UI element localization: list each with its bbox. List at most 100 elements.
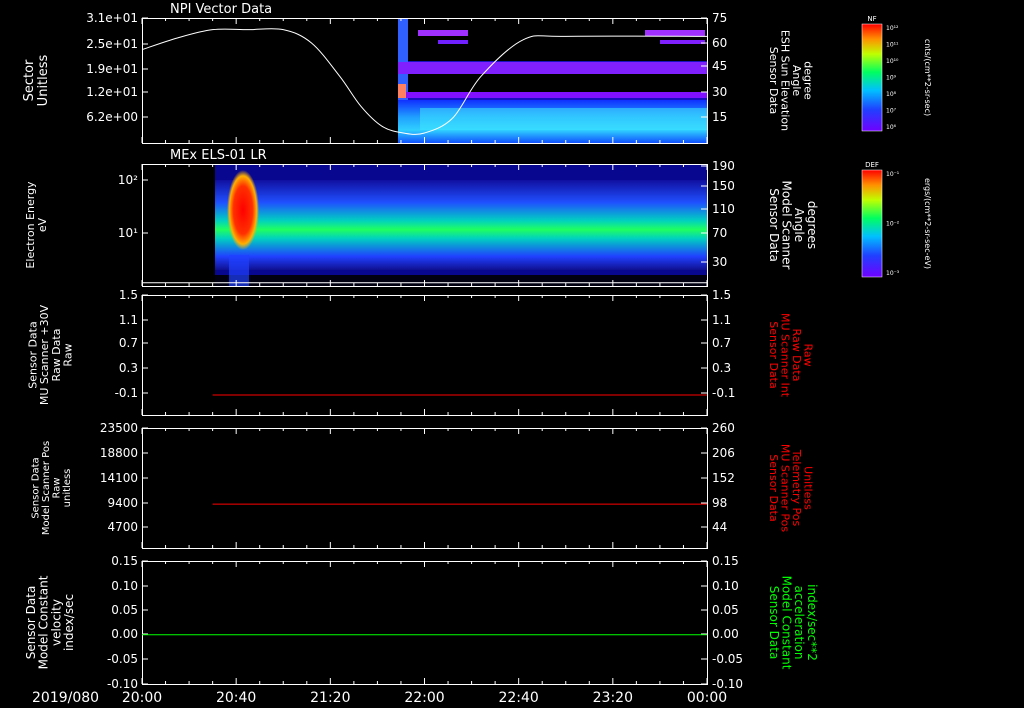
colorbar-tick-label: 10¹⁰ bbox=[886, 58, 899, 65]
mu30v-panel-frame bbox=[142, 295, 708, 416]
y-tick-label-right: 0.00 bbox=[712, 627, 739, 641]
y-tick-label-right: 0.3 bbox=[712, 361, 731, 375]
y-axis-label-right: ESH Sun Elevation bbox=[779, 30, 792, 131]
y-axis-label-right: Sensor Data bbox=[767, 188, 781, 262]
y-tick-label-left: 0.3 bbox=[119, 361, 138, 375]
y-axis-label-right: acceleration bbox=[792, 586, 806, 660]
y-axis-label-left: index/sec bbox=[62, 594, 76, 651]
x-tick-label: 20:00 bbox=[122, 690, 162, 706]
y-tick-label-left: 23500 bbox=[100, 421, 138, 435]
y-tick-label-right: 44 bbox=[712, 520, 727, 534]
y-tick-label-right: 0.10 bbox=[712, 579, 739, 593]
y-tick-label-right: 110 bbox=[712, 202, 735, 216]
colorbar bbox=[861, 23, 883, 132]
y-axis-label-right: degrees bbox=[805, 201, 819, 249]
y-tick-label-left: -0.10 bbox=[107, 677, 138, 691]
y-tick-label-right: 1.1 bbox=[712, 313, 731, 327]
y-tick-label-left: 1.2e+01 bbox=[86, 85, 138, 99]
y-tick-label-right: 260 bbox=[712, 421, 735, 435]
x-tick-label: 22:00 bbox=[404, 690, 444, 706]
y-tick-label-left: -0.05 bbox=[107, 652, 138, 666]
y-tick-label-left: 0.7 bbox=[119, 336, 138, 350]
colorbar-tick-label: 10⁻³ bbox=[886, 270, 900, 277]
colorbar-tick-label: 10¹² bbox=[886, 25, 899, 32]
y-tick-label-right: -0.05 bbox=[712, 652, 743, 666]
y-axis-label-left: Raw bbox=[51, 477, 62, 498]
y-axis-label-left: eV bbox=[36, 217, 49, 232]
y-axis-label-right: Sensor Data bbox=[767, 47, 780, 114]
y-axis-label-right: Angle bbox=[792, 208, 806, 242]
y-tick-label-right: 1.5 bbox=[712, 288, 731, 302]
y-axis-label-left: unitless bbox=[62, 469, 73, 508]
x-axis-date-label: 2019/080 bbox=[32, 690, 99, 706]
x-tick-label: 22:40 bbox=[498, 690, 538, 706]
y-tick-label-left: 0.00 bbox=[111, 627, 138, 641]
colorbar-label: DEF bbox=[865, 161, 879, 169]
y-axis-label-right: Angle bbox=[790, 65, 803, 97]
colorbar-tick-label: 10⁻² bbox=[886, 221, 900, 228]
y-axis-label-left: Raw bbox=[61, 343, 74, 366]
x-tick-label: 20:40 bbox=[216, 690, 256, 706]
y-axis-label-left: Unitless bbox=[36, 54, 51, 106]
y-tick-label-left: 14100 bbox=[100, 471, 138, 485]
y-axis-label-right: Unitless bbox=[802, 466, 815, 510]
y-tick-label-left: 0.15 bbox=[111, 554, 138, 568]
colorbar-tick-label: 10⁸ bbox=[886, 91, 897, 98]
y-tick-label-right: 152 bbox=[712, 471, 735, 485]
y-tick-label-right: 30 bbox=[712, 85, 727, 99]
y-tick-label-left: 0.10 bbox=[111, 579, 138, 593]
y-tick-label-left: -0.1 bbox=[115, 386, 138, 400]
colorbar-unit-label: cnts/(cm**2-sr-sec) bbox=[923, 39, 932, 116]
x-tick-label: 21:20 bbox=[310, 690, 350, 706]
y-tick-label-left: 10² bbox=[118, 173, 138, 187]
y-tick-label-left: 18800 bbox=[100, 446, 138, 460]
colorbar-tick-label: 10⁻¹ bbox=[886, 171, 900, 178]
y-tick-label-right: 150 bbox=[712, 179, 735, 193]
colorbar-label: NF bbox=[867, 15, 876, 23]
y-axis-label-right: Raw Data bbox=[790, 329, 803, 382]
colorbar-tick-label: 10⁹ bbox=[886, 75, 897, 82]
y-tick-label-right: 75 bbox=[712, 11, 727, 25]
y-tick-label-right: -0.1 bbox=[712, 386, 735, 400]
y-axis-label-right: Raw bbox=[802, 343, 815, 366]
y-tick-label-right: 98 bbox=[712, 496, 727, 510]
y-tick-label-left: 4700 bbox=[107, 520, 138, 534]
x-tick-label: 23:20 bbox=[593, 690, 633, 706]
y-axis-label-right: Model Constant bbox=[780, 576, 794, 670]
colorbar-tick-label: 10¹¹ bbox=[886, 42, 899, 49]
y-tick-label-right: 0.7 bbox=[712, 336, 731, 350]
y-tick-label-right: 45 bbox=[712, 59, 727, 73]
y-tick-label-left: 2.5e+01 bbox=[86, 37, 138, 51]
y-tick-label-left: 3.1e+01 bbox=[86, 11, 138, 25]
x-tick-label: 00:00 bbox=[687, 690, 727, 706]
y-axis-label-right: Sensor Data bbox=[767, 321, 780, 388]
y-tick-label-left: 1.1 bbox=[119, 313, 138, 327]
colorbar bbox=[861, 169, 883, 278]
panel-title: NPI Vector Data bbox=[170, 2, 272, 17]
colorbar-tick-label: 10⁷ bbox=[886, 108, 897, 115]
y-axis-label-right: degree bbox=[802, 61, 815, 100]
y-tick-label-left: 1.9e+01 bbox=[86, 62, 138, 76]
y-tick-label-right: 190 bbox=[712, 159, 735, 173]
y-axis-label-right: Model Scanner bbox=[780, 181, 794, 270]
y-tick-label-left: 9400 bbox=[107, 496, 138, 510]
colorbar-unit-label: ergs/(cm**2-sr-sec-eV) bbox=[923, 178, 932, 269]
y-tick-label-right: 0.15 bbox=[712, 554, 739, 568]
y-tick-label-left: 1.5 bbox=[119, 288, 138, 302]
y-tick-label-right: 60 bbox=[712, 36, 727, 50]
y-axis-label-right: Telemetry Pos bbox=[790, 449, 803, 527]
y-tick-label-right: 70 bbox=[712, 226, 727, 240]
y-tick-label-left: 0.05 bbox=[111, 603, 138, 617]
y-axis-label-left: Sensor Data bbox=[30, 457, 41, 518]
plot-stage: NPI Vector Data 3.1e+01 2.5e+01 1.9e+01 1.2e… bbox=[22, 2, 932, 706]
y-tick-label-right: 30 bbox=[712, 255, 727, 269]
y-axis-label-right: Sensor Data bbox=[767, 454, 780, 521]
els-spectrogram bbox=[215, 165, 707, 286]
y-tick-label-left: 10¹ bbox=[118, 226, 138, 240]
velocity-panel-frame bbox=[142, 561, 708, 685]
y-tick-label-right: 15 bbox=[712, 110, 727, 124]
colorbar-tick-label: 10⁶ bbox=[886, 124, 897, 131]
panel-title: MEx ELS-01 LR bbox=[170, 148, 267, 163]
y-axis-label-right: MU Scanner Pos bbox=[779, 444, 792, 533]
y-tick-label-right: -0.10 bbox=[712, 677, 743, 691]
